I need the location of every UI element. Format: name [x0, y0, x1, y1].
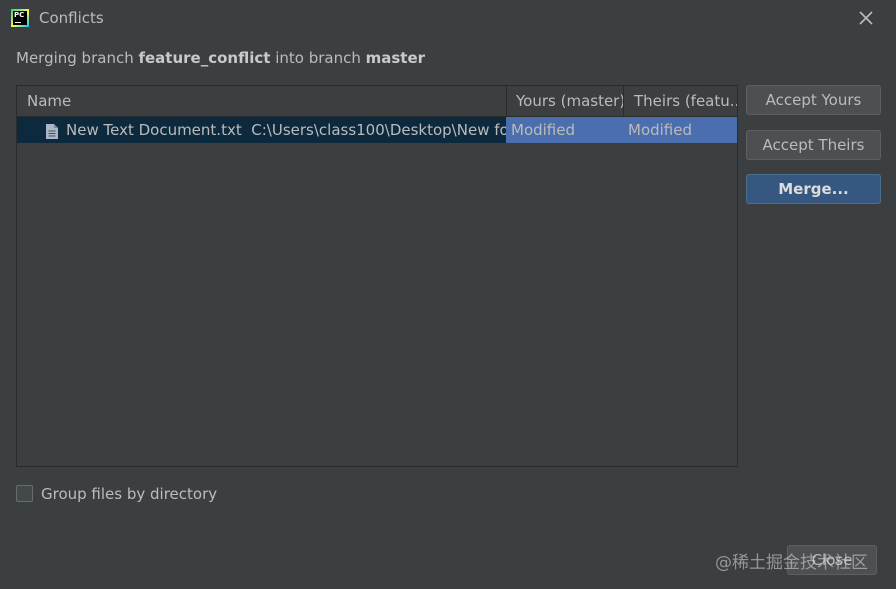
- merge-description: Merging branch feature_conflict into bra…: [16, 49, 426, 67]
- theirs-status-cell[interactable]: Modified: [623, 117, 737, 143]
- close-icon[interactable]: [856, 8, 876, 28]
- accept-yours-button[interactable]: Accept Yours: [746, 85, 881, 115]
- file-path: C:\Users\class100\Desktop\New fold: [251, 121, 506, 139]
- column-header-yours[interactable]: Yours (master): [507, 86, 623, 116]
- accept-theirs-button[interactable]: Accept Theirs: [746, 130, 881, 160]
- title-bar: PC Conflicts: [0, 0, 896, 36]
- file-cell[interactable]: New Text Document.txt C:\Users\class100\…: [17, 117, 506, 143]
- column-header-theirs[interactable]: Theirs (featu...: [624, 86, 737, 116]
- pycharm-icon: PC: [11, 9, 29, 27]
- group-by-directory-checkbox[interactable]: [16, 485, 33, 502]
- close-button[interactable]: Close: [787, 545, 877, 575]
- merge-button[interactable]: Merge...: [746, 174, 881, 204]
- table-row[interactable]: New Text Document.txt C:\Users\class100\…: [17, 117, 737, 143]
- group-by-directory-label[interactable]: Group files by directory: [41, 485, 217, 503]
- dialog-title: Conflicts: [39, 9, 104, 27]
- file-name: New Text Document.txt: [66, 121, 242, 139]
- source-branch: feature_conflict: [138, 49, 271, 67]
- table-header: Name Yours (master) Theirs (featu...: [17, 86, 737, 117]
- target-branch: master: [365, 49, 426, 67]
- column-header-name[interactable]: Name: [17, 86, 506, 116]
- conflicts-table[interactable]: Name Yours (master) Theirs (featu... New…: [16, 85, 738, 467]
- yours-status-cell[interactable]: Modified: [506, 117, 623, 143]
- text-file-icon: [45, 122, 59, 139]
